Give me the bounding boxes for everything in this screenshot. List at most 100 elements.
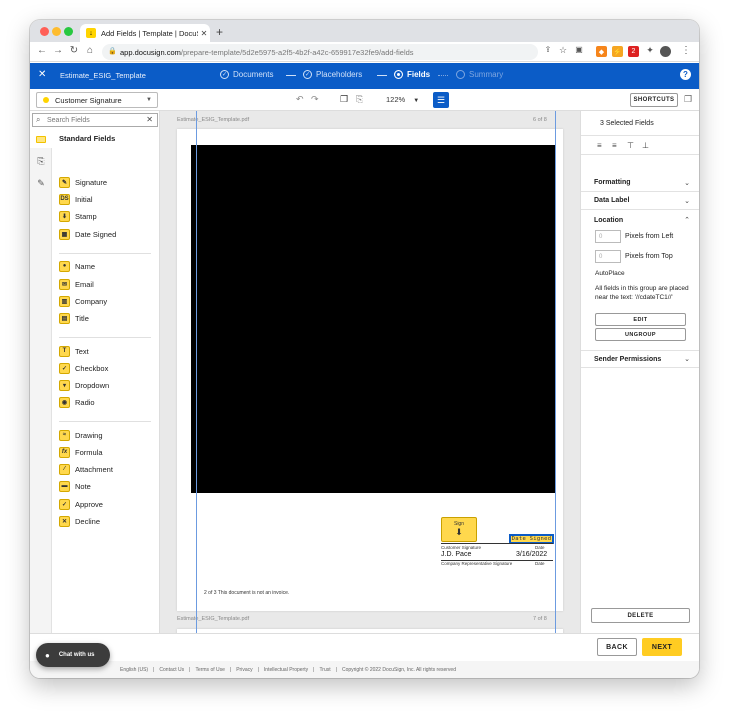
next-button[interactable]: NEXT <box>642 638 682 656</box>
paste-icon[interactable]: ⎘ <box>356 94 363 105</box>
field-label: Signature <box>75 177 108 187</box>
field-label: Drawing <box>75 430 103 440</box>
field-formula[interactable]: fx Formula <box>59 445 103 459</box>
kebab-menu-icon[interactable]: ⋮ <box>680 45 692 56</box>
footer-language-link[interactable]: English (US) <box>120 667 148 673</box>
document-canvas[interactable]: Estimate_ESIG_Template.pdf 6 of 8 Sign ⬇… <box>160 111 580 633</box>
zoom-value: 122% <box>386 95 406 104</box>
field-initial[interactable]: DS Initial <box>59 192 93 206</box>
edit-button[interactable]: EDIT <box>595 313 686 326</box>
ungroup-button[interactable]: UNGROUP <box>595 328 686 341</box>
field-label: Formula <box>75 447 103 457</box>
field-date-signed[interactable]: ▦ Date Signed <box>59 227 116 241</box>
data-label-section[interactable]: Data Label ⌄ <box>581 192 699 210</box>
home-icon[interactable]: ⌂ <box>84 45 96 56</box>
align-right-icon[interactable]: ≡ <box>612 141 617 150</box>
forward-arrow-icon[interactable]: → <box>52 45 64 56</box>
draw-fields-tab[interactable]: ✎ <box>30 174 52 192</box>
step-label: Placeholders <box>316 70 363 79</box>
footer-privacy-link[interactable]: Privacy <box>236 667 252 673</box>
notification-extension-icon[interactable]: 2 <box>628 46 639 57</box>
field-text[interactable]: T Text <box>59 344 89 358</box>
field-company[interactable]: ▥ Company <box>59 294 107 308</box>
section-label: Sender Permissions <box>594 355 662 363</box>
undo-icon[interactable]: ↶ <box>296 94 304 105</box>
standard-fields-tab[interactable] <box>30 130 52 148</box>
custom-fields-tab[interactable]: ⎘ <box>30 152 52 170</box>
field-attachment[interactable]: ∕ Attachment <box>59 462 113 476</box>
custom-fields-icon: ⎘ <box>37 155 45 166</box>
footer-contact-link[interactable]: Contact Us <box>159 667 184 673</box>
back-arrow-icon[interactable]: ← <box>36 45 48 56</box>
palette-divider <box>59 421 151 422</box>
field-decline[interactable]: ✕ Decline <box>59 514 100 528</box>
back-button[interactable]: BACK <box>597 638 637 656</box>
reload-icon[interactable]: ↻ <box>68 45 80 56</box>
footer-terms-link[interactable]: Terms of Use <box>195 667 224 673</box>
document-page[interactable]: Sign ⬇ Date Signed Customer Signature Da… <box>177 129 563 611</box>
step-summary[interactable]: Summary <box>456 70 503 79</box>
minimize-window-dot[interactable] <box>52 27 61 36</box>
step-documents[interactable]: ✓ Documents <box>220 70 273 79</box>
field-radio[interactable]: ◉ Radio <box>59 395 95 409</box>
new-tab-button[interactable]: + <box>216 25 223 39</box>
step-fields[interactable]: Fields <box>394 70 430 79</box>
document-copy-icon[interactable]: ❐ <box>684 94 692 105</box>
metamask-extension-icon[interactable]: ◆ <box>596 46 607 57</box>
redo-icon[interactable]: ↷ <box>311 94 319 105</box>
location-section[interactable]: Location ⌃ <box>581 211 699 229</box>
copy-icon[interactable]: ❐ <box>340 94 348 105</box>
browser-tab[interactable]: ↓ Add Fields | Template | DocuSign ✕ <box>80 24 210 42</box>
footer-ip-link[interactable]: Intellectual Property <box>264 667 308 673</box>
step-placeholders[interactable]: ✓ Placeholders <box>303 70 362 79</box>
bookmark-star-icon[interactable]: ☆ <box>557 45 569 56</box>
puzzle-extensions-icon[interactable]: ✦ <box>644 45 656 56</box>
search-fields-input[interactable]: ⌕ Search Fields ✕ <box>32 113 158 127</box>
shortcuts-button[interactable]: SHORTCUTS <box>630 93 678 107</box>
field-checkbox[interactable]: ✓ Checkbox <box>59 361 108 375</box>
field-signature[interactable]: ✎ Signature <box>59 175 107 189</box>
formatting-section[interactable]: Formatting ⌄ <box>581 174 699 192</box>
extension-icon[interactable]: ⚡ <box>612 46 623 57</box>
field-approve[interactable]: ✓ Approve <box>59 497 103 511</box>
footer-trust-link[interactable]: Trust <box>319 667 330 673</box>
field-label: Stamp <box>75 211 97 221</box>
footer-separator: | <box>335 666 337 673</box>
align-top-icon[interactable]: ⊤ <box>627 141 634 150</box>
zoom-select[interactable]: 122% ▼ <box>386 95 419 104</box>
pixels-from-left-input[interactable]: 0 <box>595 230 621 243</box>
align-left-icon[interactable]: ≡ <box>597 141 602 150</box>
sender-permissions-section[interactable]: Sender Permissions ⌄ <box>581 350 699 368</box>
close-editor-icon[interactable]: ✕ <box>38 69 46 80</box>
chat-with-us-button[interactable]: ● Chat with us <box>36 643 110 667</box>
recipient-select[interactable]: Customer Signature ▼ <box>36 92 158 108</box>
field-email[interactable]: ✉ Email <box>59 277 94 291</box>
field-note[interactable]: ▬ Note <box>59 479 91 493</box>
clear-search-icon[interactable]: ✕ <box>146 115 153 124</box>
field-name[interactable]: ● Name <box>59 259 95 273</box>
field-dropdown[interactable]: ▾ Dropdown <box>59 378 109 392</box>
field-panel-toggle-icon[interactable]: ☰ <box>433 92 449 108</box>
document-footer-note: 2 of 3 This document is not an invoice. <box>204 590 290 596</box>
pixels-from-top-input[interactable]: 0 <box>595 250 621 263</box>
zoom-window-dot[interactable] <box>64 27 73 36</box>
profile-avatar-icon[interactable] <box>660 46 671 57</box>
field-title[interactable]: ▤ Title <box>59 311 89 325</box>
section-label: Location <box>594 216 624 224</box>
date-signed-field-tag[interactable]: Date Signed <box>509 534 554 544</box>
sign-field-tag[interactable]: Sign ⬇ <box>441 517 477 542</box>
future-step-icon <box>456 70 465 79</box>
tab-close-icon[interactable]: ✕ <box>198 29 210 38</box>
delete-button[interactable]: DELETE <box>591 608 690 623</box>
approve-check-icon: ✓ <box>59 498 70 510</box>
align-bottom-icon[interactable]: ⊥ <box>642 141 649 150</box>
field-stamp[interactable]: ⬇ Stamp <box>59 209 97 223</box>
share-icon[interactable]: ⇪ <box>542 45 554 54</box>
help-icon[interactable]: ? <box>680 69 691 80</box>
close-window-dot[interactable] <box>40 27 49 36</box>
field-drawing[interactable]: ≈ Drawing <box>59 428 103 442</box>
standard-fields-icon <box>36 135 46 143</box>
camera-icon[interactable]: ▣ <box>573 45 585 54</box>
check-circle-icon: ✓ <box>220 70 229 79</box>
url-field[interactable]: 🔒 app.docusign.com/prepare-template/5d2e… <box>102 44 538 60</box>
